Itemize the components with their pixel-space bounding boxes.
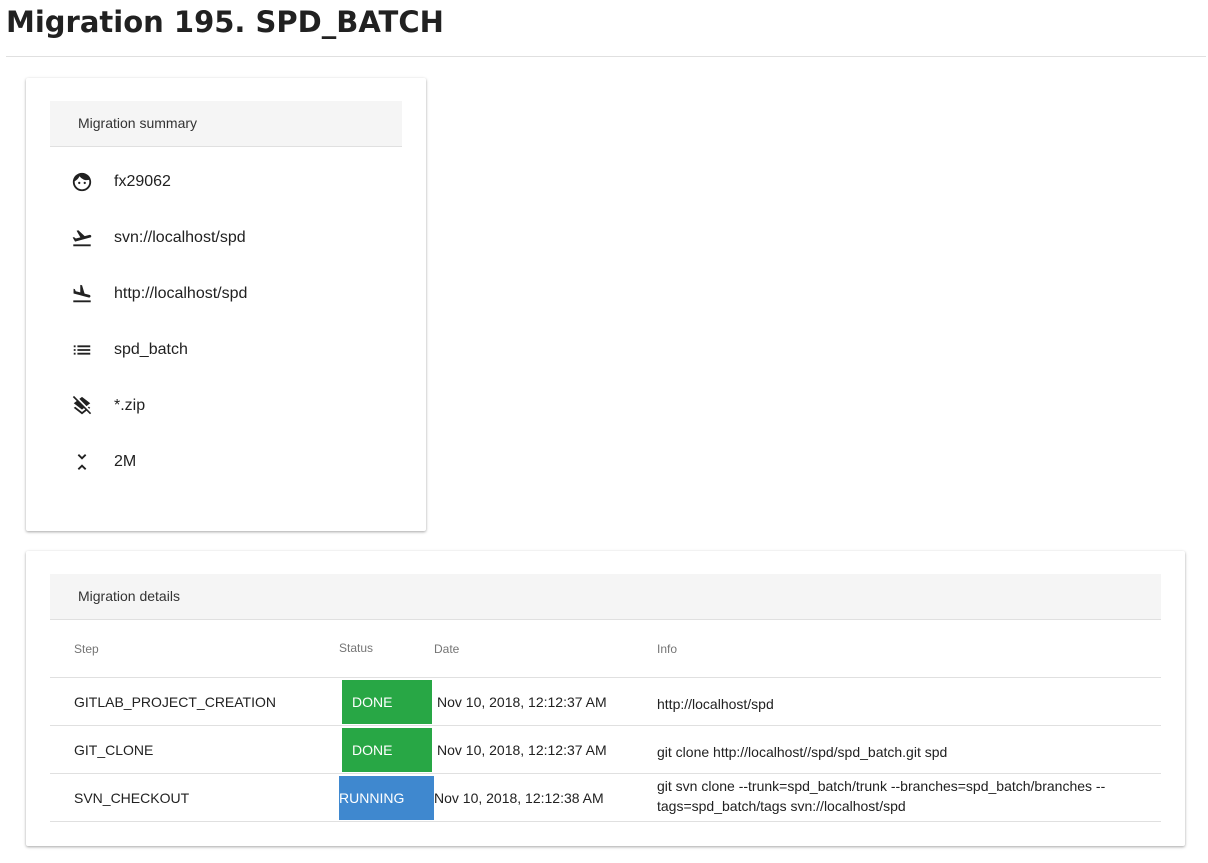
migration-details-card: Migration details Step Status Date Info … xyxy=(26,551,1185,846)
title-divider xyxy=(6,56,1206,57)
details-header: Migration details xyxy=(50,574,1161,620)
date-cell: Nov 10, 2018, 12:12:38 AM xyxy=(434,790,604,806)
info-cell: http://localhost/spd xyxy=(657,696,774,712)
status-badge: DONE xyxy=(342,680,432,724)
date-cell: Nov 10, 2018, 12:12:37 AM xyxy=(437,742,607,758)
layers-clear-icon xyxy=(71,395,93,417)
flight-land-icon xyxy=(71,283,93,305)
summary-project-value: spd_batch xyxy=(114,341,188,358)
table-row: GIT_CLONE DONE Nov 10, 2018, 12:12:37 AM… xyxy=(50,726,1161,774)
summary-item-exclusions: *.zip xyxy=(50,378,402,434)
summary-item-source: svn://localhost/spd xyxy=(50,210,402,266)
summary-item-max-size: 2M xyxy=(50,434,402,490)
summary-max-size-value: 2M xyxy=(114,453,137,470)
step-cell: GIT_CLONE xyxy=(74,742,154,758)
page: Migration 195. SPD_BATCH Migration summa… xyxy=(0,0,1208,863)
table-row: SVN_CHECKOUT RUNNING Nov 10, 2018, 12:12… xyxy=(50,774,1161,822)
status-badge: DONE xyxy=(342,728,432,772)
info-cell: git svn clone --trunk=spd_batch/trunk --… xyxy=(657,778,1106,814)
table-header-row: Step Status Date Info xyxy=(50,621,1161,678)
column-header-date[interactable]: Date xyxy=(434,642,459,656)
migration-summary-card: Migration summary fx29062 svn://localhos… xyxy=(26,78,426,531)
column-header-status[interactable]: Status xyxy=(339,641,373,655)
step-cell: GITLAB_PROJECT_CREATION xyxy=(74,694,277,710)
info-cell: git clone http://localhost//spd/spd_batc… xyxy=(657,744,948,760)
summary-user-value: fx29062 xyxy=(114,173,171,190)
summary-list: fx29062 svn://localhost/spd http://local… xyxy=(50,154,402,490)
flight-takeoff-icon xyxy=(71,227,93,249)
date-cell: Nov 10, 2018, 12:12:37 AM xyxy=(437,694,607,710)
compress-icon xyxy=(71,451,93,473)
table-row: GITLAB_PROJECT_CREATION DONE Nov 10, 201… xyxy=(50,678,1161,726)
summary-item-target: http://localhost/spd xyxy=(50,266,402,322)
column-header-step[interactable]: Step xyxy=(74,642,99,656)
summary-header: Migration summary xyxy=(50,101,402,147)
status-badge: RUNNING xyxy=(339,776,434,820)
summary-source-value: svn://localhost/spd xyxy=(114,229,246,246)
summary-item-project: spd_batch xyxy=(50,322,402,378)
page-title: Migration 195. SPD_BATCH xyxy=(6,5,444,39)
column-header-info[interactable]: Info xyxy=(657,642,677,656)
step-cell: SVN_CHECKOUT xyxy=(74,790,190,806)
list-icon xyxy=(71,339,93,361)
face-icon xyxy=(71,171,93,193)
summary-target-value: http://localhost/spd xyxy=(114,285,248,302)
summary-item-user: fx29062 xyxy=(50,154,402,210)
details-table: Step Status Date Info GITLAB_PROJECT_CRE… xyxy=(50,621,1161,822)
summary-exclusions-value: *.zip xyxy=(114,397,146,414)
